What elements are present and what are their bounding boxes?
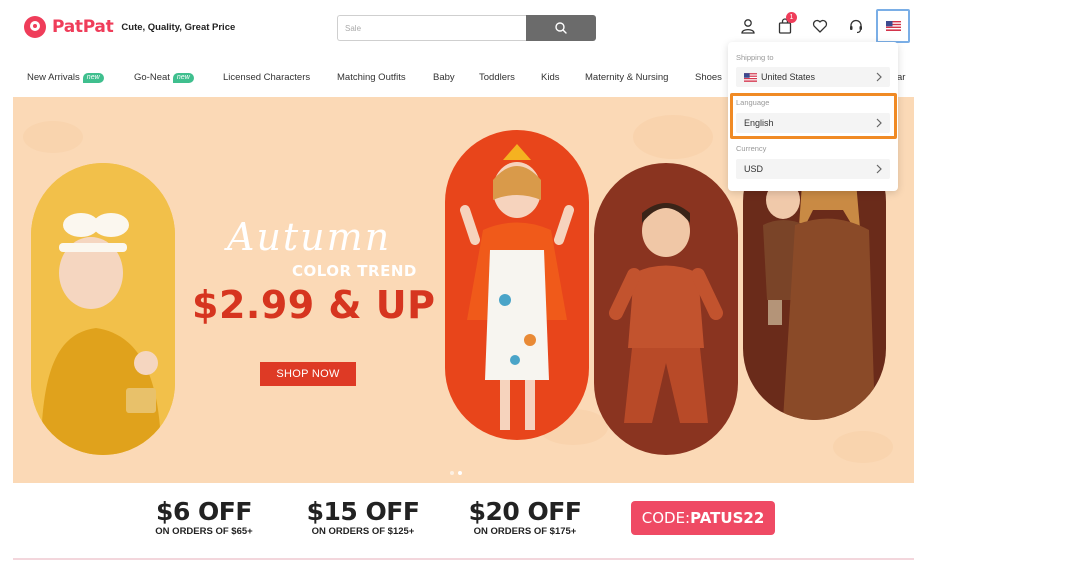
currency-label: Currency xyxy=(736,144,767,153)
language-highlight-box xyxy=(730,93,897,139)
category-nav: New Arrivals new Go-Neat new Licensed Ch… xyxy=(0,66,1066,92)
chevron-right-icon xyxy=(876,72,882,82)
shipping-label: Shipping to xyxy=(736,53,774,62)
offer-condition: ON ORDERS OF $65+ xyxy=(155,526,253,537)
nav-item-new-arrivals[interactable]: New Arrivals new xyxy=(27,72,104,83)
currency-select[interactable]: USD xyxy=(736,159,890,179)
section-divider xyxy=(13,558,914,560)
patpat-logo[interactable]: PatPat Cute, Quality, Great Price xyxy=(24,16,235,38)
promo-code-prefix: CODE: xyxy=(641,509,691,527)
model-photo-boy xyxy=(594,163,738,455)
offer-condition: ON ORDERS OF $175+ xyxy=(473,526,577,537)
search-input[interactable] xyxy=(337,15,526,41)
nav-item-partial[interactable]: ar xyxy=(897,72,905,83)
site-header: PatPat Cute, Quality, Great Price Sale 1 xyxy=(0,0,1066,60)
nav-item-shoes[interactable]: Shoes xyxy=(695,72,722,83)
logo-text: PatPat xyxy=(52,17,114,37)
region-settings-button[interactable] xyxy=(876,9,910,43)
new-tag-badge: new xyxy=(172,72,194,83)
hero-price: $2.99 & UP xyxy=(192,283,436,327)
carousel-dots xyxy=(450,471,462,475)
currency-value: USD xyxy=(744,164,764,174)
us-flag-icon xyxy=(744,72,757,82)
hero-subtitle: COLOR TREND xyxy=(292,262,417,280)
nav-item-label: Go-Neat xyxy=(134,72,170,83)
nav-item-kids[interactable]: Kids xyxy=(541,72,559,83)
user-icon xyxy=(741,19,755,34)
offer-condition: ON ORDERS OF $125+ xyxy=(311,526,415,537)
carousel-dot-active[interactable] xyxy=(458,471,462,475)
wishlist-button[interactable] xyxy=(811,17,829,35)
shipping-country-select[interactable]: United States xyxy=(736,67,890,87)
search-icon xyxy=(555,22,567,34)
customer-service-button[interactable] xyxy=(847,17,865,35)
nav-item-go-neat[interactable]: Go-Neat new xyxy=(134,72,194,83)
offer-15-off: $15 OFF ON ORDERS OF $125+ xyxy=(305,497,421,537)
offer-amount: $6 OFF xyxy=(156,497,252,526)
shipping-country-value: United States xyxy=(761,72,816,82)
model-photo-baby xyxy=(31,163,175,455)
offer-6-off: $6 OFF ON ORDERS OF $65+ xyxy=(150,497,258,537)
new-tag-badge: new xyxy=(82,72,104,83)
nav-item-matching-outfits[interactable]: Matching Outfits xyxy=(337,72,406,83)
nav-item-baby[interactable]: Baby xyxy=(433,72,455,83)
chevron-right-icon xyxy=(876,164,882,174)
patpat-logo-icon xyxy=(24,16,46,38)
nav-item-label: New Arrivals xyxy=(27,72,80,83)
hero-script-title: Autumn xyxy=(227,215,392,259)
support-icon xyxy=(850,19,862,34)
search-bar xyxy=(337,15,596,41)
offer-amount: $15 OFF xyxy=(306,497,420,526)
carousel-dot[interactable] xyxy=(450,471,454,475)
cart-count-badge: 1 xyxy=(786,12,797,23)
model-photo-girl xyxy=(445,130,589,440)
shop-now-button[interactable]: SHOP NOW xyxy=(260,362,356,386)
account-button[interactable] xyxy=(739,17,757,35)
offer-20-off: $20 OFF ON ORDERS OF $175+ xyxy=(467,497,583,537)
logo-tagline: Cute, Quality, Great Price xyxy=(121,21,236,33)
search-button[interactable] xyxy=(526,15,596,41)
patpat-homepage: PatPat Cute, Quality, Great Price Sale 1… xyxy=(0,0,1066,561)
nav-item-licensed-characters[interactable]: Licensed Characters xyxy=(223,72,310,83)
promo-code-button[interactable]: CODE: PATUS22 xyxy=(631,501,775,535)
promo-code-value: PATUS22 xyxy=(690,509,765,527)
nav-item-maternity-nursing[interactable]: Maternity & Nursing xyxy=(585,72,668,83)
heart-icon xyxy=(812,19,828,33)
us-flag-icon xyxy=(885,21,901,31)
nav-item-toddlers[interactable]: Toddlers xyxy=(479,72,515,83)
cart-button[interactable]: 1 xyxy=(776,12,797,35)
offer-amount: $20 OFF xyxy=(468,497,582,526)
